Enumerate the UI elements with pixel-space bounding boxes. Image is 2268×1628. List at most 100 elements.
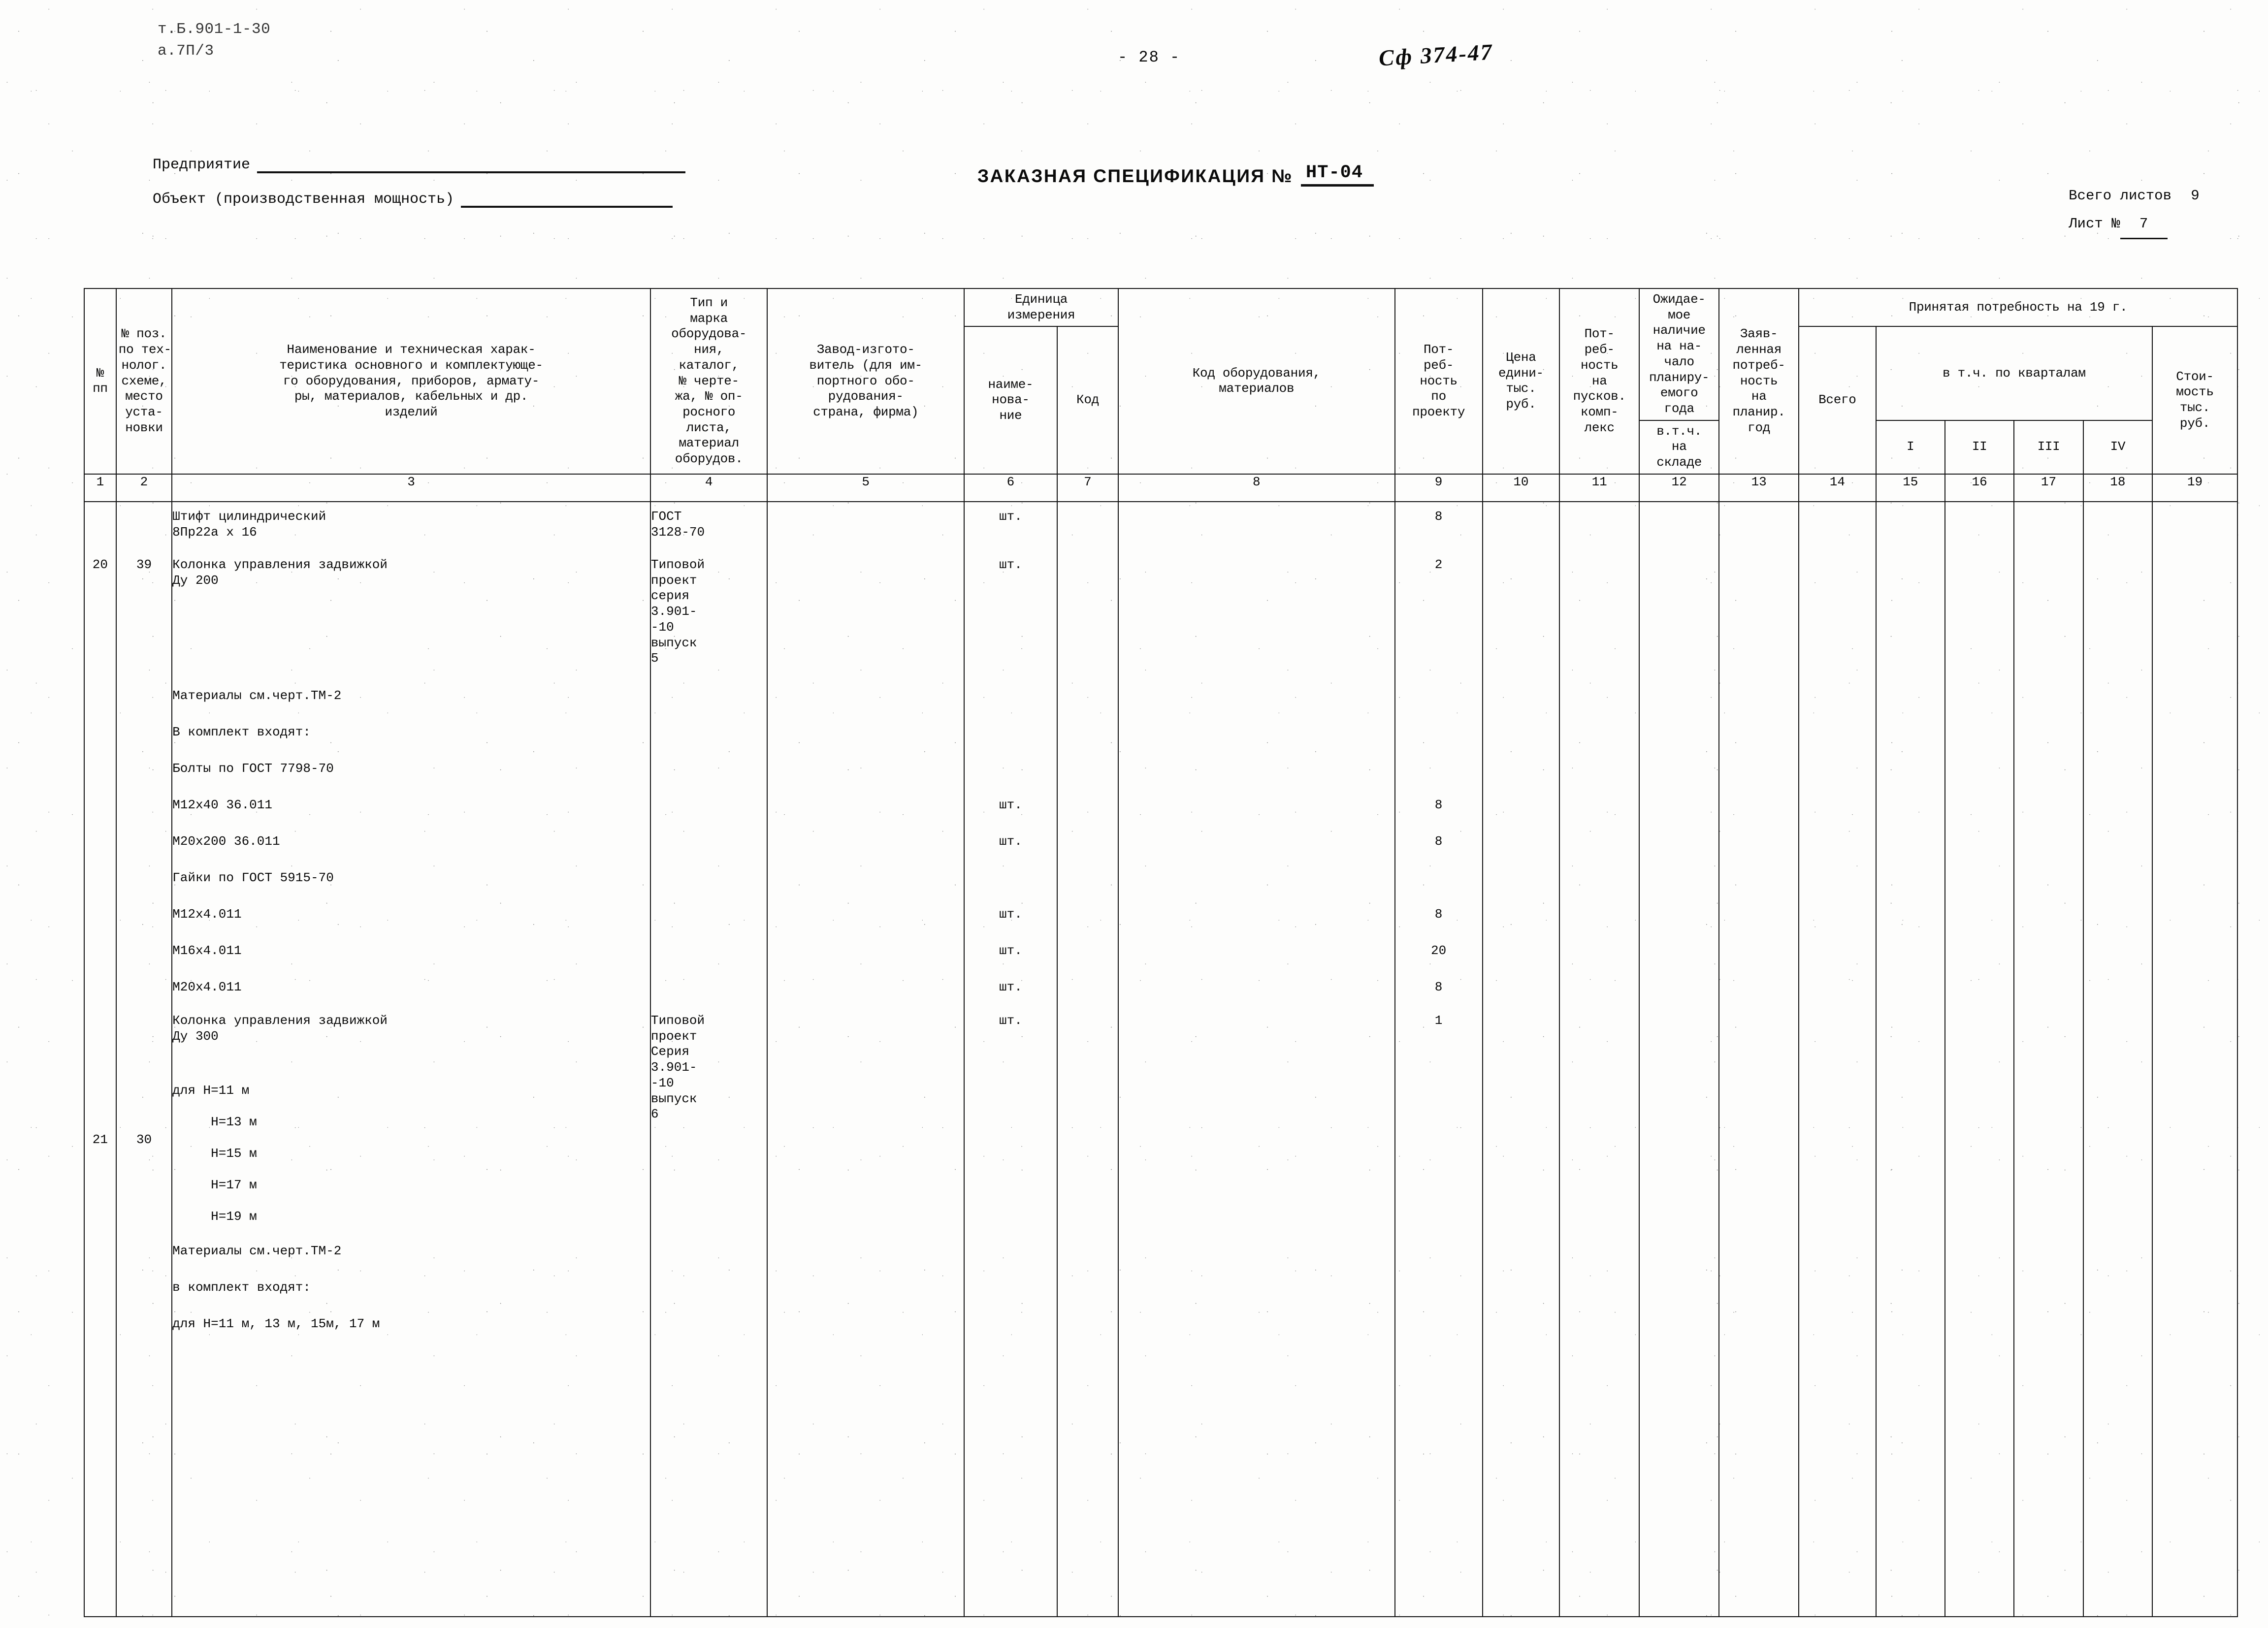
specification-table-wrapper: № пп № поз. по тех- нолог. схеме, место … <box>84 287 2238 1617</box>
total-sheets-label: Всего листов <box>2069 188 2171 204</box>
qty-nut-m20x4: 8 <box>1434 979 1443 994</box>
cell-manufacturer <box>767 501 965 1617</box>
column-number-row: 1 2 3 4 5 6 7 8 9 10 11 12 13 14 15 16 1 <box>84 473 2238 502</box>
unit-nut-m20x4: шт. <box>999 979 1022 994</box>
type-typical-project-5: Типовой проект серия 3.901- -10 выпуск 5 <box>650 557 705 666</box>
object-field[interactable]: Объект (производственная мощность) <box>153 191 673 208</box>
th-cost: Стои- мость тыс. руб. <box>2152 326 2238 475</box>
qty-nut-m16x4: 20 <box>1430 943 1447 958</box>
th-unit-price: Цена едини- тыс. руб. <box>1482 288 1560 475</box>
th-quarter-4: IV <box>2082 419 2153 475</box>
object-label: Объект (производственная мощность) <box>153 191 454 208</box>
colnum-8: 8 <box>1118 473 1395 502</box>
unit-name-stack: шт. шт. шт. шт. шт. шт. шт. шт. <box>965 502 1057 1616</box>
cell-cost <box>2152 501 2238 1617</box>
qty-bolt-m12x40: 8 <box>1434 797 1443 812</box>
colnum-10: 10 <box>1482 473 1560 502</box>
item-nut-m12x4: М12х4.011 <box>172 906 242 922</box>
colnum-9: 9 <box>1394 473 1483 502</box>
colnum-17: 17 <box>2013 473 2084 502</box>
total-sheets-row: Всего листов 9 <box>2069 182 2219 210</box>
colnum-1: 1 <box>84 473 117 502</box>
specification-number[interactable]: НТ-04 <box>1301 162 1374 187</box>
th-unit-code: Код <box>1056 326 1119 475</box>
item-name-shtift: Штифт цилиндрический 8Пр22а х 16 <box>172 509 326 540</box>
colnum-4: 4 <box>649 473 768 502</box>
item-name-kolonka-200: Колонка управления задвижкой Ду 200 <box>172 557 388 588</box>
colnum-18: 18 <box>2082 473 2153 502</box>
th-in-stock: в.т.ч. на складе <box>1639 419 1720 475</box>
colnum-5: 5 <box>767 473 965 502</box>
colnum-19: 19 <box>2152 473 2238 502</box>
header-row-1: № пп № поз. по тех- нолог. схеме, место … <box>84 287 2238 475</box>
cell-item-names: Штифт цилиндрический 8Пр22а х 16 Колонка… <box>171 501 651 1617</box>
sheet-number-value: 7 <box>2120 210 2168 240</box>
document-page: т.Б.901-1-30 а.7П/3 - 28 - Сф 374-47 Пред… <box>0 0 2268 1628</box>
specification-title: ЗАКАЗНАЯ СПЕЦИФИКАЦИЯ № НТ-04 <box>977 162 1374 187</box>
th-unit-of-measure-group: Единица измерения <box>963 287 1119 327</box>
unit-nut-m12x4: шт. <box>999 906 1022 922</box>
cell-position-number: 39 30 <box>115 501 173 1617</box>
th-quarters-group: в т.ч. по кварталам <box>1875 326 2153 421</box>
colnum-12: 12 <box>1639 473 1720 502</box>
th-type-and-mark: Тип и марка оборудова- ния, каталог, № ч… <box>649 288 768 475</box>
cell-equipment-code <box>1118 501 1395 1617</box>
item-note-materials-1: Материалы см.черт.ТМ-2 <box>172 688 342 703</box>
cell-accepted-total <box>1798 501 1877 1617</box>
th-manufacturer: Завод-изгото- витель (для им- портного о… <box>767 288 965 475</box>
qty-kolonka-200: 2 <box>1434 557 1443 572</box>
qty-bolt-m20x200: 8 <box>1434 833 1443 849</box>
colnum-16: 16 <box>1944 473 2015 502</box>
document-code-line1: т.Б.901-1-30 <box>158 21 271 38</box>
item-height-13: H=13 м <box>172 1114 257 1129</box>
item-height-19: H=19 м <box>172 1209 257 1224</box>
quantity-stack: 8 2 8 8 8 20 8 1 <box>1395 502 1482 1616</box>
colnum-2: 2 <box>115 473 173 502</box>
total-sheets-value: 9 <box>2191 188 2200 204</box>
th-accepted-requirement-group: Принятая потребность на 19 г. <box>1798 287 2238 327</box>
object-rule <box>461 205 673 208</box>
unit-bolt-m20x200: шт. <box>999 833 1022 849</box>
th-name-and-specification: Наименование и техническая харак- терист… <box>171 288 651 475</box>
type-gost-3128: ГОСТ 3128-70 <box>650 509 705 540</box>
colnum-7: 7 <box>1056 473 1119 502</box>
colnum-11: 11 <box>1559 473 1640 502</box>
item-names-stack: Штифт цилиндрический 8Пр22а х 16 Колонка… <box>172 502 650 1616</box>
row-number-stack: 20 21 <box>85 502 116 1616</box>
specification-title-text: ЗАКАЗНАЯ СПЕЦИФИКАЦИЯ № <box>977 166 1294 186</box>
sheet-number-label: Лист № <box>2069 215 2120 232</box>
cell-row-number: 20 21 <box>84 501 117 1617</box>
item-height-11: для H=11 м <box>172 1083 250 1098</box>
th-declared-requirement: Заяв- ленная потреб- ность на планир. го… <box>1718 288 1800 475</box>
unit-nut-m16x4: шт. <box>999 943 1022 958</box>
th-row-number: № пп <box>84 288 117 475</box>
page-number: - 28 - <box>1118 48 1181 66</box>
qty-kolonka-300: 1 <box>1434 1013 1443 1028</box>
item-note-kit-1: В комплект входят: <box>172 724 311 739</box>
colnum-6: 6 <box>963 473 1058 502</box>
table-row[interactable]: 20 21 39 30 Штифт цилиндрический 8Пр22а … <box>84 501 2238 1617</box>
unit-bolt-m12x40: шт. <box>999 797 1022 812</box>
handwritten-reference: Сф 374-47 <box>1378 39 1494 71</box>
item-nuts-gost: Гайки по ГОСТ 5915-70 <box>172 870 334 885</box>
colnum-15: 15 <box>1875 473 1945 502</box>
item-bolts-gost: Болты по ГОСТ 7798-70 <box>172 761 334 776</box>
item-nut-m16x4: М16х4.011 <box>172 943 242 958</box>
document-code: т.Б.901-1-30 а.7П/3 <box>158 19 270 62</box>
colnum-14: 14 <box>1798 473 1877 502</box>
th-position-number: № поз. по тех- нолог. схеме, место уста-… <box>115 288 173 475</box>
document-code-line2: а.7П/3 <box>158 42 214 60</box>
enterprise-field[interactable]: Предприятие <box>153 157 686 173</box>
item-height-17: H=17 м <box>172 1177 257 1192</box>
item-note-kit-2: в комплект входят: <box>172 1279 311 1295</box>
th-requirement-startup-complex: Пот- реб- ность на пусков. комп- лекс <box>1559 288 1640 475</box>
item-bolt-m12x40: М12х40 36.011 <box>172 797 272 812</box>
th-requirement-by-project: Пот- реб- ность по проекту <box>1394 288 1483 475</box>
qty-nut-m12x4: 8 <box>1434 906 1443 922</box>
item-note-materials-2: Материалы см.черт.ТМ-2 <box>172 1243 342 1258</box>
type-mark-stack: ГОСТ 3128-70 Типовой проект серия 3.901-… <box>651 502 767 1616</box>
specification-table: № пп № поз. по тех- нолог. схеме, место … <box>84 287 2238 1617</box>
cell-declared-requirement <box>1718 501 1800 1617</box>
th-unit-name: наиме- нова- ние <box>963 326 1058 475</box>
item-name-kolonka-300: Колонка управления задвижкой Ду 300 <box>172 1013 388 1044</box>
